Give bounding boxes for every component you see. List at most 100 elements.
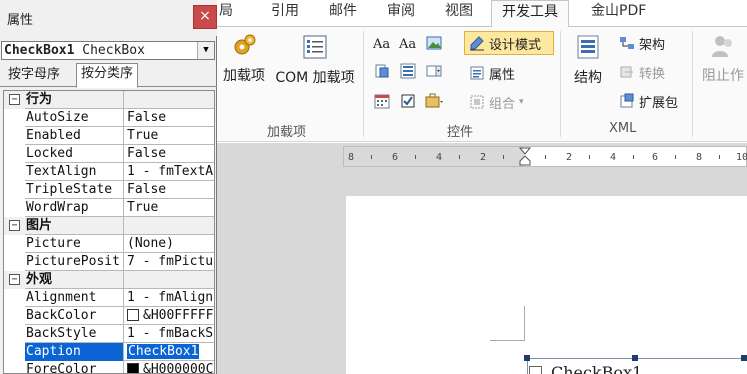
- property-value[interactable]: True: [125, 199, 214, 217]
- property-row[interactable]: PicturePosit 7 - fmPictu: [4, 253, 214, 271]
- group-label-xml: XML: [609, 121, 637, 136]
- tab-view[interactable]: 视图: [443, 0, 475, 27]
- property-value[interactable]: False: [125, 109, 214, 127]
- property-name: ForeColor: [25, 361, 124, 373]
- tab-alphabetic[interactable]: 按字母序: [4, 65, 64, 87]
- property-value[interactable]: True: [125, 127, 214, 145]
- category-row-appearance[interactable]: − 外观: [4, 271, 214, 289]
- ruler-label: 8: [348, 152, 355, 163]
- property-value[interactable]: (None): [125, 235, 214, 253]
- property-value[interactable]: &H000000C: [125, 361, 214, 374]
- ruler-label: 8: [696, 152, 703, 163]
- property-value[interactable]: False: [125, 181, 214, 199]
- tab-references[interactable]: 引用: [269, 0, 301, 27]
- tab-review[interactable]: 审阅: [385, 0, 417, 27]
- ruler-tick: [589, 155, 590, 159]
- group-button[interactable]: 组合 ▾: [469, 91, 524, 113]
- object-select[interactable]: CheckBox1 CheckBox ▼: [1, 41, 215, 60]
- tab-label: 局: [219, 3, 233, 19]
- building-block-icon[interactable]: [374, 63, 390, 79]
- collapse-icon[interactable]: −: [9, 220, 20, 231]
- ruler-tick: [503, 155, 504, 159]
- property-value[interactable]: False: [125, 145, 214, 163]
- property-row[interactable]: Picture (None): [4, 235, 214, 253]
- property-value-text: &H000000C: [143, 362, 214, 374]
- resize-handle[interactable]: [741, 355, 747, 361]
- indent-marker-icon[interactable]: [519, 147, 531, 167]
- property-row[interactable]: Alignment 1 - fmAlign: [4, 289, 214, 307]
- combo-box-control-icon[interactable]: [400, 63, 416, 79]
- properties-button[interactable]: 属性: [469, 62, 515, 84]
- category-value: [125, 217, 214, 235]
- schema-button[interactable]: 架构: [619, 32, 665, 54]
- property-row[interactable]: WordWrap True: [4, 199, 214, 217]
- design-mode-label: 设计模式: [489, 37, 542, 53]
- com-addins-button[interactable]: COM 加载项: [271, 33, 359, 87]
- chevron-down-icon[interactable]: ▼: [197, 42, 214, 59]
- users-icon: [712, 36, 732, 57]
- category-row-behavior[interactable]: − 行为: [4, 91, 214, 109]
- addins-button[interactable]: 加载项: [220, 33, 268, 85]
- ruler-tick: [459, 155, 460, 159]
- rich-text-control-button[interactable]: Aa: [373, 33, 390, 55]
- property-value[interactable]: 7 - fmPictu: [125, 253, 214, 271]
- tab-mailings[interactable]: 邮件: [327, 0, 359, 27]
- checkbox-caption: CheckBox1: [551, 363, 643, 374]
- property-row-selected[interactable]: Caption CheckBox1: [4, 343, 214, 361]
- property-value[interactable]: &H00FFFFF: [125, 307, 214, 325]
- chevron-down-icon: ▾: [519, 97, 524, 107]
- property-row[interactable]: AutoSize False: [4, 109, 214, 127]
- property-value-text: &H00FFFFF: [143, 308, 214, 323]
- design-mode-button[interactable]: 设计模式: [464, 31, 554, 55]
- tab-layout[interactable]: 局: [217, 0, 243, 27]
- expansion-pack-icon: [620, 93, 634, 108]
- tab-wps-pdf[interactable]: 金山PDF: [589, 0, 648, 27]
- row-gutter: [4, 307, 25, 325]
- properties-title: 属性: [7, 13, 34, 28]
- schema-label: 架构: [639, 37, 666, 53]
- properties-title-bar[interactable]: 属性 ×: [0, 0, 217, 36]
- tab-categorized[interactable]: 按分类序: [76, 63, 139, 88]
- property-value[interactable]: 1 - fmTextA: [125, 163, 214, 181]
- expansion-pack-button[interactable]: 扩展包: [619, 90, 678, 112]
- plain-text-control-button[interactable]: Aa: [399, 33, 416, 55]
- date-picker-icon[interactable]: [374, 93, 390, 109]
- dropdown-control-icon[interactable]: [426, 63, 442, 79]
- checkbox-control-icon[interactable]: [400, 93, 416, 109]
- tab-label: 审阅: [387, 3, 415, 19]
- property-value[interactable]: 1 - fmAlign: [125, 289, 214, 307]
- property-value[interactable]: 1 - fmBackS: [125, 325, 214, 343]
- tab-label: 视图: [445, 3, 473, 19]
- structure-button[interactable]: 结构: [568, 33, 608, 87]
- resize-handle[interactable]: [524, 355, 530, 361]
- property-row[interactable]: Locked False: [4, 145, 214, 163]
- resize-handle[interactable]: [632, 355, 638, 361]
- collapse-icon[interactable]: −: [9, 94, 20, 105]
- tab-label: 按分类序: [81, 66, 134, 81]
- property-row[interactable]: ForeColor &H000000C: [4, 361, 214, 374]
- close-button[interactable]: ×: [193, 5, 217, 29]
- horizontal-ruler[interactable]: 8 6 4 2 2 4 6 8 10: [343, 146, 747, 167]
- group-label-controls: 控件: [447, 125, 474, 140]
- tab-label: 邮件: [329, 3, 357, 19]
- property-row[interactable]: TextAlign 1 - fmTextA: [4, 163, 214, 181]
- block-authors-button[interactable]: 阻止作: [702, 33, 747, 85]
- tab-label: 引用: [271, 3, 299, 19]
- row-gutter: [4, 199, 25, 217]
- transform-button[interactable]: 转换: [619, 61, 665, 83]
- category-row-picture[interactable]: − 图片: [4, 217, 214, 235]
- checkbox-square[interactable]: [529, 366, 542, 374]
- gear-icon: [234, 34, 256, 55]
- property-value-editor[interactable]: CheckBox1: [125, 343, 214, 361]
- document-page[interactable]: [346, 196, 747, 374]
- property-row[interactable]: BackColor &H00FFFFF: [4, 307, 214, 325]
- property-row[interactable]: BackStyle 1 - fmBackS: [4, 325, 214, 343]
- tab-developer[interactable]: 开发工具: [491, 0, 569, 28]
- picture-control-icon[interactable]: [426, 35, 442, 51]
- row-gutter: −: [4, 91, 25, 109]
- transform-icon: [620, 66, 633, 78]
- property-row[interactable]: TripleState False: [4, 181, 214, 199]
- property-row[interactable]: Enabled True: [4, 127, 214, 145]
- collapse-icon[interactable]: −: [9, 274, 20, 285]
- legacy-tools-button[interactable]: [424, 90, 444, 112]
